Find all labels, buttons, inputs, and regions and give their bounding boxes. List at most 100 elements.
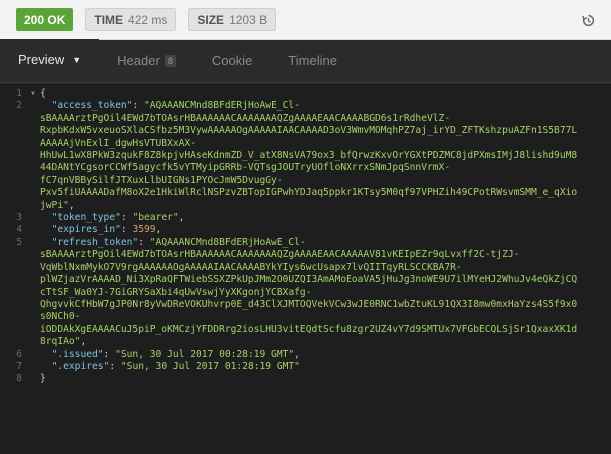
caret-down-icon: ▼ — [72, 54, 82, 65]
line-number — [0, 187, 30, 199]
code-line: Pxv5fiUAAAADafM8oX2e1HkiWlRclNSPzvZBTopI… — [0, 187, 611, 199]
code-content: fC7qnVBBySilfJTXuxLlbUIGNs1PYOcJmW5DvugG… — [40, 175, 611, 187]
line-number: 7 — [16, 360, 22, 372]
code-content: Pxv5fiUAAAADafM8oX2e1HkiWlRclNSPzvZBTopI… — [40, 187, 611, 199]
line-number: 1 — [16, 88, 22, 99]
code-content: cTtSF_Wa0YJ-7GiGRYSaXbi4qUwVswjYyXKgonjY… — [40, 287, 611, 299]
line-number: 2 — [16, 100, 22, 112]
code-content: "refresh_token": "AQAAANCMnd8BFdERjHoAwE… — [51, 236, 306, 248]
code-line: sBAAAArztPgOil4EWd7bTOAsrHBAAAAAACAAAAAA… — [0, 113, 611, 125]
json-string-value: 44DANtYCgsorCCWf5agycfk5vYTMyipGRRb-VQTs… — [40, 162, 451, 174]
code-content: "access_token": "AQAAANCMnd8BFdERjHoAwE_… — [51, 100, 300, 112]
json-key: ".expires" — [51, 360, 110, 372]
line-number: 3 — [16, 212, 22, 224]
line-number — [0, 299, 30, 311]
code-line: 4 "expires_in": 3599, — [0, 224, 611, 236]
code-line: 8} — [0, 373, 611, 385]
tab-header-label: Header — [117, 53, 160, 68]
code-content: } — [40, 373, 611, 385]
line-number: 8 — [16, 373, 22, 385]
tab-header[interactable]: Header 8 — [99, 39, 194, 82]
line-number: 5 — [16, 236, 22, 248]
code-line: 1 ▾{ — [0, 88, 611, 100]
code-content: 44DANtYCgsorCCWf5agycfk5vYTMyipGRRb-VQTs… — [40, 162, 611, 174]
code-line: iODDAkXgEAAAACuJ5piP_oKMCzjYFDDRrg2iosLH… — [0, 324, 611, 336]
status-code-label: 200 OK — [24, 12, 66, 27]
status-code-badge: 200 OK — [16, 8, 74, 31]
history-button[interactable] — [579, 11, 597, 29]
json-brace: } — [40, 373, 46, 385]
line-number — [0, 287, 30, 299]
json-string-value: cTtSF_Wa0YJ-7GiGRYSaXbi4qUwVswjYyXKgonjY… — [40, 286, 312, 298]
json-comma: , — [68, 199, 75, 211]
json-key: "token_type" — [51, 212, 121, 224]
code-line: jwPi", — [0, 200, 611, 212]
code-content: QhgvvkCfHbW7gJP0Nr8yVwDReVOKUhvrp0E_d43C… — [40, 299, 611, 311]
line-number — [0, 150, 30, 162]
code-line: 5 "refresh_token": "AQAAANCMnd8BFdERjHoA… — [0, 237, 611, 249]
json-key: "refresh_token" — [51, 236, 139, 248]
tab-preview[interactable]: Preview ▼ — [0, 39, 100, 82]
response-status-bar: 200 OK TIME 422 ms SIZE 1203 B — [0, 0, 611, 40]
code-line: 7 ".expires": "Sun, 30 Jul 2017 01:28:19… — [0, 361, 611, 373]
line-number — [0, 175, 30, 187]
json-string-value: sBAAAArztPgOil4EWd7bTOAsrHBAAAAAACAAAAAA… — [40, 112, 451, 124]
code-content: plWZjazVrAAAAD_Ni3XpRaQFTWiebSSXZPkUpJMm… — [40, 274, 611, 286]
line-number — [0, 249, 30, 261]
code-line: fC7qnVBBySilfJTXuxLlbUIGNs1PYOcJmW5DvugG… — [0, 175, 611, 187]
response-body-viewer[interactable]: 1 ▾{2 "access_token": "AQAAANCMnd8BFdERjH… — [0, 84, 611, 454]
code-content: RxpbKdxW5vxeuoSXlaCSfbz5M3VywAAAAAOgAAAA… — [40, 125, 611, 137]
json-string-value: RxpbKdxW5vxeuoSXlaCSfbz5M3VywAAAAAOgAAAA… — [40, 125, 578, 137]
fold-toggle-icon[interactable]: ▾ — [30, 88, 40, 100]
code-content: sBAAAArztPgOil4EWd7bTOAsrHBAAAAAACAAAAAA… — [40, 249, 611, 261]
json-comma: , — [294, 348, 300, 360]
tab-timeline[interactable]: Timeline — [270, 39, 355, 82]
json-string-value: jwPi" — [40, 199, 69, 211]
json-key: ".issued" — [51, 348, 104, 360]
code-line: 44DANtYCgsorCCWf5agycfk5vYTMyipGRRb-VQTs… — [0, 162, 611, 174]
code-line: 2 "access_token": "AQAAANCMnd8BFdERjHoAw… — [0, 100, 611, 112]
code-line: 3 "token_type": "bearer", — [0, 212, 611, 224]
line-number: 4 — [16, 224, 22, 236]
json-string-value: "Sun, 30 Jul 2017 01:28:19 GMT" — [120, 360, 300, 372]
json-string-value: plWZjazVrAAAAD_Ni3XpRaQFTWiebSSXZPkUpJMm… — [40, 274, 578, 286]
json-string-value: HhUwL1wX8PkW3zqukF8Z8kpjvHAseKdnmZD_V_at… — [40, 150, 578, 162]
time-key: TIME — [94, 12, 124, 27]
code-line: QhgvvkCfHbW7gJP0Nr8yVwDReVOKUhvrp0E_d43C… — [0, 299, 611, 311]
line-number — [0, 324, 30, 336]
json-string-value: QhgvvkCfHbW7gJP0Nr8yVwDReVOKUhvrp0E_d43C… — [40, 298, 578, 310]
json-string-value: "bearer" — [132, 212, 179, 224]
line-number: 6 — [16, 348, 22, 360]
json-key: "expires_in" — [51, 224, 121, 236]
json-comma: , — [178, 212, 185, 224]
code-content: jwPi", — [40, 200, 611, 212]
header-count-badge: 8 — [164, 54, 176, 67]
json-string-value: Pxv5fiUAAAADafM8oX2e1HkiWlRclNSPzvZBTopI… — [40, 187, 578, 199]
json-string-value: fC7qnVBBySilfJTXuxLlbUIGNs1PYOcJmW5DvugG… — [40, 174, 283, 186]
tab-cookie[interactable]: Cookie — [194, 39, 270, 82]
code-content: s0NCh0- — [40, 311, 611, 323]
code-content: VqWblNxmMykO7V9rgAAAAAAOgAAAAAIAACAAAABY… — [40, 262, 611, 274]
json-comma: , — [155, 224, 162, 236]
code-content: HhUwL1wX8PkW3zqukF8Z8kpjvHAseKdnmZD_V_at… — [40, 150, 611, 162]
code-line: VqWblNxmMykO7V9rgAAAAAAOgAAAAAIAACAAAABY… — [0, 262, 611, 274]
code-line: RxpbKdxW5vxeuoSXlaCSfbz5M3VywAAAAAOgAAAA… — [0, 125, 611, 137]
code-content: "expires_in": 3599, — [51, 224, 162, 236]
json-string-value: "AQAAANCMnd8BFdERjHoAwE_Cl- — [149, 236, 306, 248]
code-line: cTtSF_Wa0YJ-7GiGRYSaXbi4qUwVswjYyXKgonjY… — [0, 287, 611, 299]
history-icon — [581, 14, 594, 26]
line-number — [0, 336, 30, 348]
